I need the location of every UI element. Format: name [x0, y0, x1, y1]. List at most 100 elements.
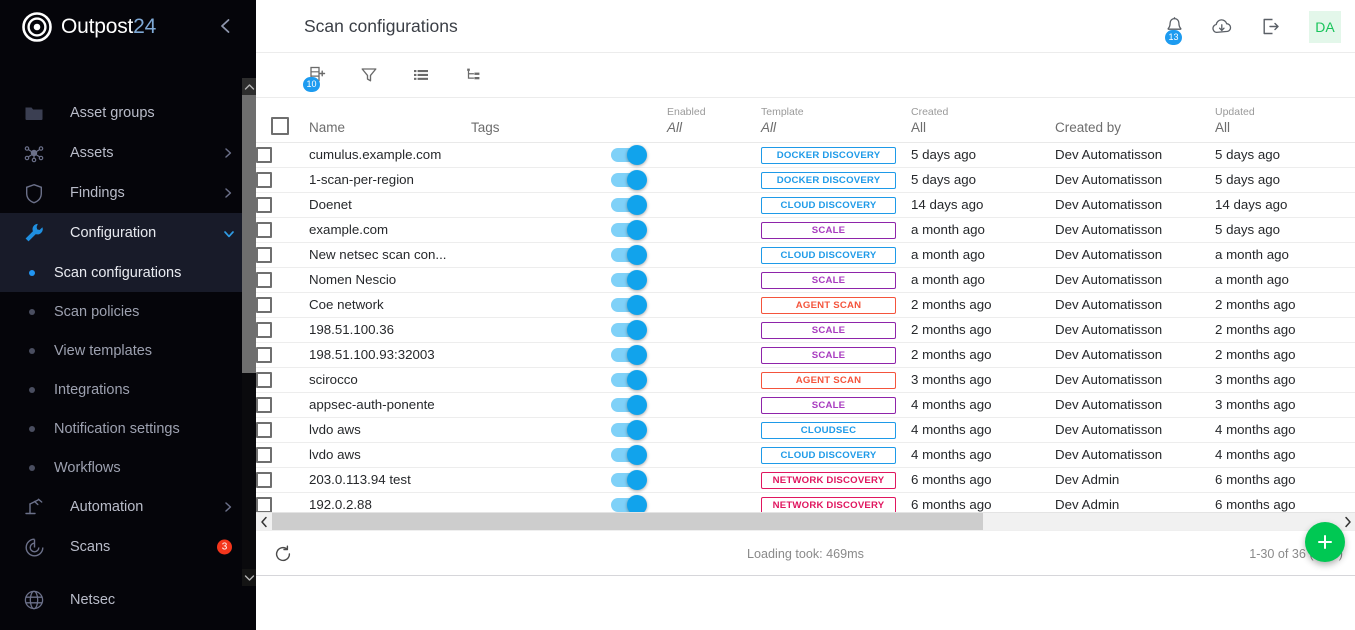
- row-checkbox[interactable]: [256, 196, 272, 213]
- template-badge[interactable]: CLOUD DISCOVERY: [761, 196, 896, 214]
- th-filter-value[interactable]: All: [761, 120, 911, 136]
- hscroll-track[interactable]: [272, 512, 1339, 530]
- avatar[interactable]: DA: [1309, 10, 1341, 43]
- th-created[interactable]: Created All: [911, 98, 1055, 143]
- sidebar-item-automation[interactable]: Automation: [0, 487, 256, 527]
- th-created-by[interactable]: Created by: [1055, 98, 1215, 143]
- template-badge[interactable]: CLOUD DISCOVERY: [761, 246, 896, 264]
- th-name[interactable]: Name: [309, 98, 471, 143]
- row-checkbox[interactable]: [256, 321, 272, 338]
- th-filter-value[interactable]: All: [911, 120, 1055, 136]
- template-badge[interactable]: CLOUD DISCOVERY: [761, 446, 896, 464]
- cell-name[interactable]: cumulus.example.com: [309, 142, 471, 168]
- add-scan-configuration-button[interactable]: [1305, 522, 1345, 562]
- table-row[interactable]: Coe network AGENT SCAN 2 months ago Dev Aut…: [256, 292, 1355, 318]
- row-checkbox[interactable]: [256, 421, 272, 438]
- th-enabled[interactable]: Enabled All: [611, 98, 761, 143]
- table-row[interactable]: New netsec scan con... CLOUD DISCOVERY a m…: [256, 242, 1355, 268]
- cell-name[interactable]: 203.0.113.94 test: [309, 467, 471, 493]
- row-checkbox[interactable]: [256, 296, 272, 313]
- cell-name[interactable]: Coe network: [309, 292, 471, 318]
- cell-name[interactable]: New netsec scan con...: [309, 242, 471, 268]
- enabled-toggle[interactable]: [611, 420, 647, 441]
- row-checkbox[interactable]: [256, 171, 272, 188]
- sidebar-item-netsec[interactable]: Netsec: [0, 580, 256, 620]
- enabled-toggle[interactable]: [611, 345, 647, 366]
- table-row[interactable]: 1-scan-per-region DOCKER DISCOVERY 5 days …: [256, 167, 1355, 193]
- sidebar-item-findings[interactable]: Findings: [0, 173, 256, 213]
- enabled-toggle[interactable]: [611, 270, 647, 291]
- row-checkbox[interactable]: [256, 146, 272, 163]
- row-checkbox[interactable]: [256, 446, 272, 463]
- cell-name[interactable]: lvdo aws: [309, 417, 471, 443]
- row-checkbox[interactable]: [256, 371, 272, 388]
- sidebar-item-assets[interactable]: Assets: [0, 133, 256, 173]
- template-badge[interactable]: DOCKER DISCOVERY: [761, 171, 896, 189]
- row-checkbox[interactable]: [256, 471, 272, 488]
- sidebar-item-scan-configurations[interactable]: Scan configurations: [0, 253, 256, 292]
- template-badge[interactable]: AGENT SCAN: [761, 296, 896, 314]
- enabled-toggle[interactable]: [611, 195, 647, 216]
- th-filter-value[interactable]: All: [667, 120, 761, 136]
- template-badge[interactable]: SCALE: [761, 321, 896, 339]
- sidebar-item-asset-groups[interactable]: Asset groups: [0, 93, 256, 133]
- cell-name[interactable]: appsec-auth-ponente: [309, 392, 471, 418]
- row-checkbox[interactable]: [256, 496, 272, 513]
- row-checkbox[interactable]: [256, 346, 272, 363]
- logout-button[interactable]: [1257, 14, 1283, 40]
- table-row[interactable]: appsec-auth-ponente SCALE 4 months ago Dev …: [256, 392, 1355, 418]
- sidebar-collapse-button[interactable]: [216, 16, 236, 36]
- template-badge[interactable]: SCALE: [761, 346, 896, 364]
- template-badge[interactable]: SCALE: [761, 221, 896, 239]
- list-view-button[interactable]: [408, 62, 434, 88]
- hscroll-thumb[interactable]: [272, 512, 983, 530]
- hscroll-left-button[interactable]: [256, 513, 272, 531]
- sidebar-scroll-down-button[interactable]: [242, 569, 256, 586]
- sidebar-scrollbar[interactable]: [242, 78, 256, 586]
- th-template[interactable]: Template All: [761, 98, 911, 143]
- sidebar-item-workflows[interactable]: Workflows: [0, 448, 256, 487]
- enabled-toggle[interactable]: [611, 170, 647, 191]
- table-row[interactable]: lvdo aws CLOUDSEC 4 months ago Dev Automati…: [256, 417, 1355, 443]
- sidebar-item-notification-settings[interactable]: Notification settings: [0, 409, 256, 448]
- template-badge[interactable]: SCALE: [761, 396, 896, 414]
- enabled-toggle[interactable]: [611, 320, 647, 341]
- sidebar-item-scans[interactable]: Scans 3: [0, 527, 256, 567]
- template-badge[interactable]: CLOUDSEC: [761, 421, 896, 439]
- enabled-toggle[interactable]: [611, 220, 647, 241]
- enabled-toggle[interactable]: [611, 445, 647, 466]
- sidebar-scrollbar-thumb[interactable]: [242, 95, 256, 373]
- select-all-checkbox[interactable]: [271, 117, 289, 136]
- filter-button[interactable]: [356, 62, 382, 88]
- table-row[interactable]: 203.0.113.94 test NETWORK DISCOVERY 6 mont…: [256, 467, 1355, 493]
- table-row[interactable]: cumulus.example.com DOCKER DISCOVERY 5 day…: [256, 142, 1355, 168]
- template-badge[interactable]: DOCKER DISCOVERY: [761, 146, 896, 164]
- enabled-toggle[interactable]: [611, 295, 647, 316]
- add-column-button[interactable]: 10: [303, 62, 330, 92]
- enabled-toggle[interactable]: [611, 145, 647, 166]
- th-tags[interactable]: Tags: [471, 98, 611, 143]
- cell-name[interactable]: example.com: [309, 217, 471, 243]
- cell-name[interactable]: 1-scan-per-region: [309, 167, 471, 193]
- cell-name[interactable]: Doenet: [309, 192, 471, 218]
- hscroll-right-button[interactable]: [1339, 513, 1355, 531]
- cell-name[interactable]: 198.51.100.93:32003: [309, 342, 471, 368]
- th-filter-value[interactable]: All: [1215, 120, 1355, 136]
- tree-view-button[interactable]: [460, 62, 486, 88]
- table-row[interactable]: 198.51.100.93:32003 SCALE 2 months ago Dev …: [256, 342, 1355, 368]
- row-checkbox[interactable]: [256, 271, 272, 288]
- table-row[interactable]: 198.51.100.36 SCALE 2 months ago Dev Automa…: [256, 317, 1355, 343]
- cell-name[interactable]: scirocco: [309, 367, 471, 393]
- enabled-toggle[interactable]: [611, 470, 647, 491]
- template-badge[interactable]: NETWORK DISCOVERY: [761, 496, 896, 514]
- sidebar-scroll-up-button[interactable]: [242, 78, 256, 95]
- template-badge[interactable]: NETWORK DISCOVERY: [761, 471, 896, 489]
- row-checkbox[interactable]: [256, 221, 272, 238]
- row-checkbox[interactable]: [256, 396, 272, 413]
- table-horizontal-scrollbar[interactable]: [256, 512, 1355, 530]
- table-row[interactable]: scirocco AGENT SCAN 3 months ago Dev Automa…: [256, 367, 1355, 393]
- row-checkbox[interactable]: [256, 246, 272, 263]
- table-row[interactable]: Nomen Nescio SCALE a month ago Dev Automati…: [256, 267, 1355, 293]
- cloud-download-button[interactable]: [1209, 14, 1235, 40]
- notifications-button[interactable]: 13: [1161, 14, 1187, 45]
